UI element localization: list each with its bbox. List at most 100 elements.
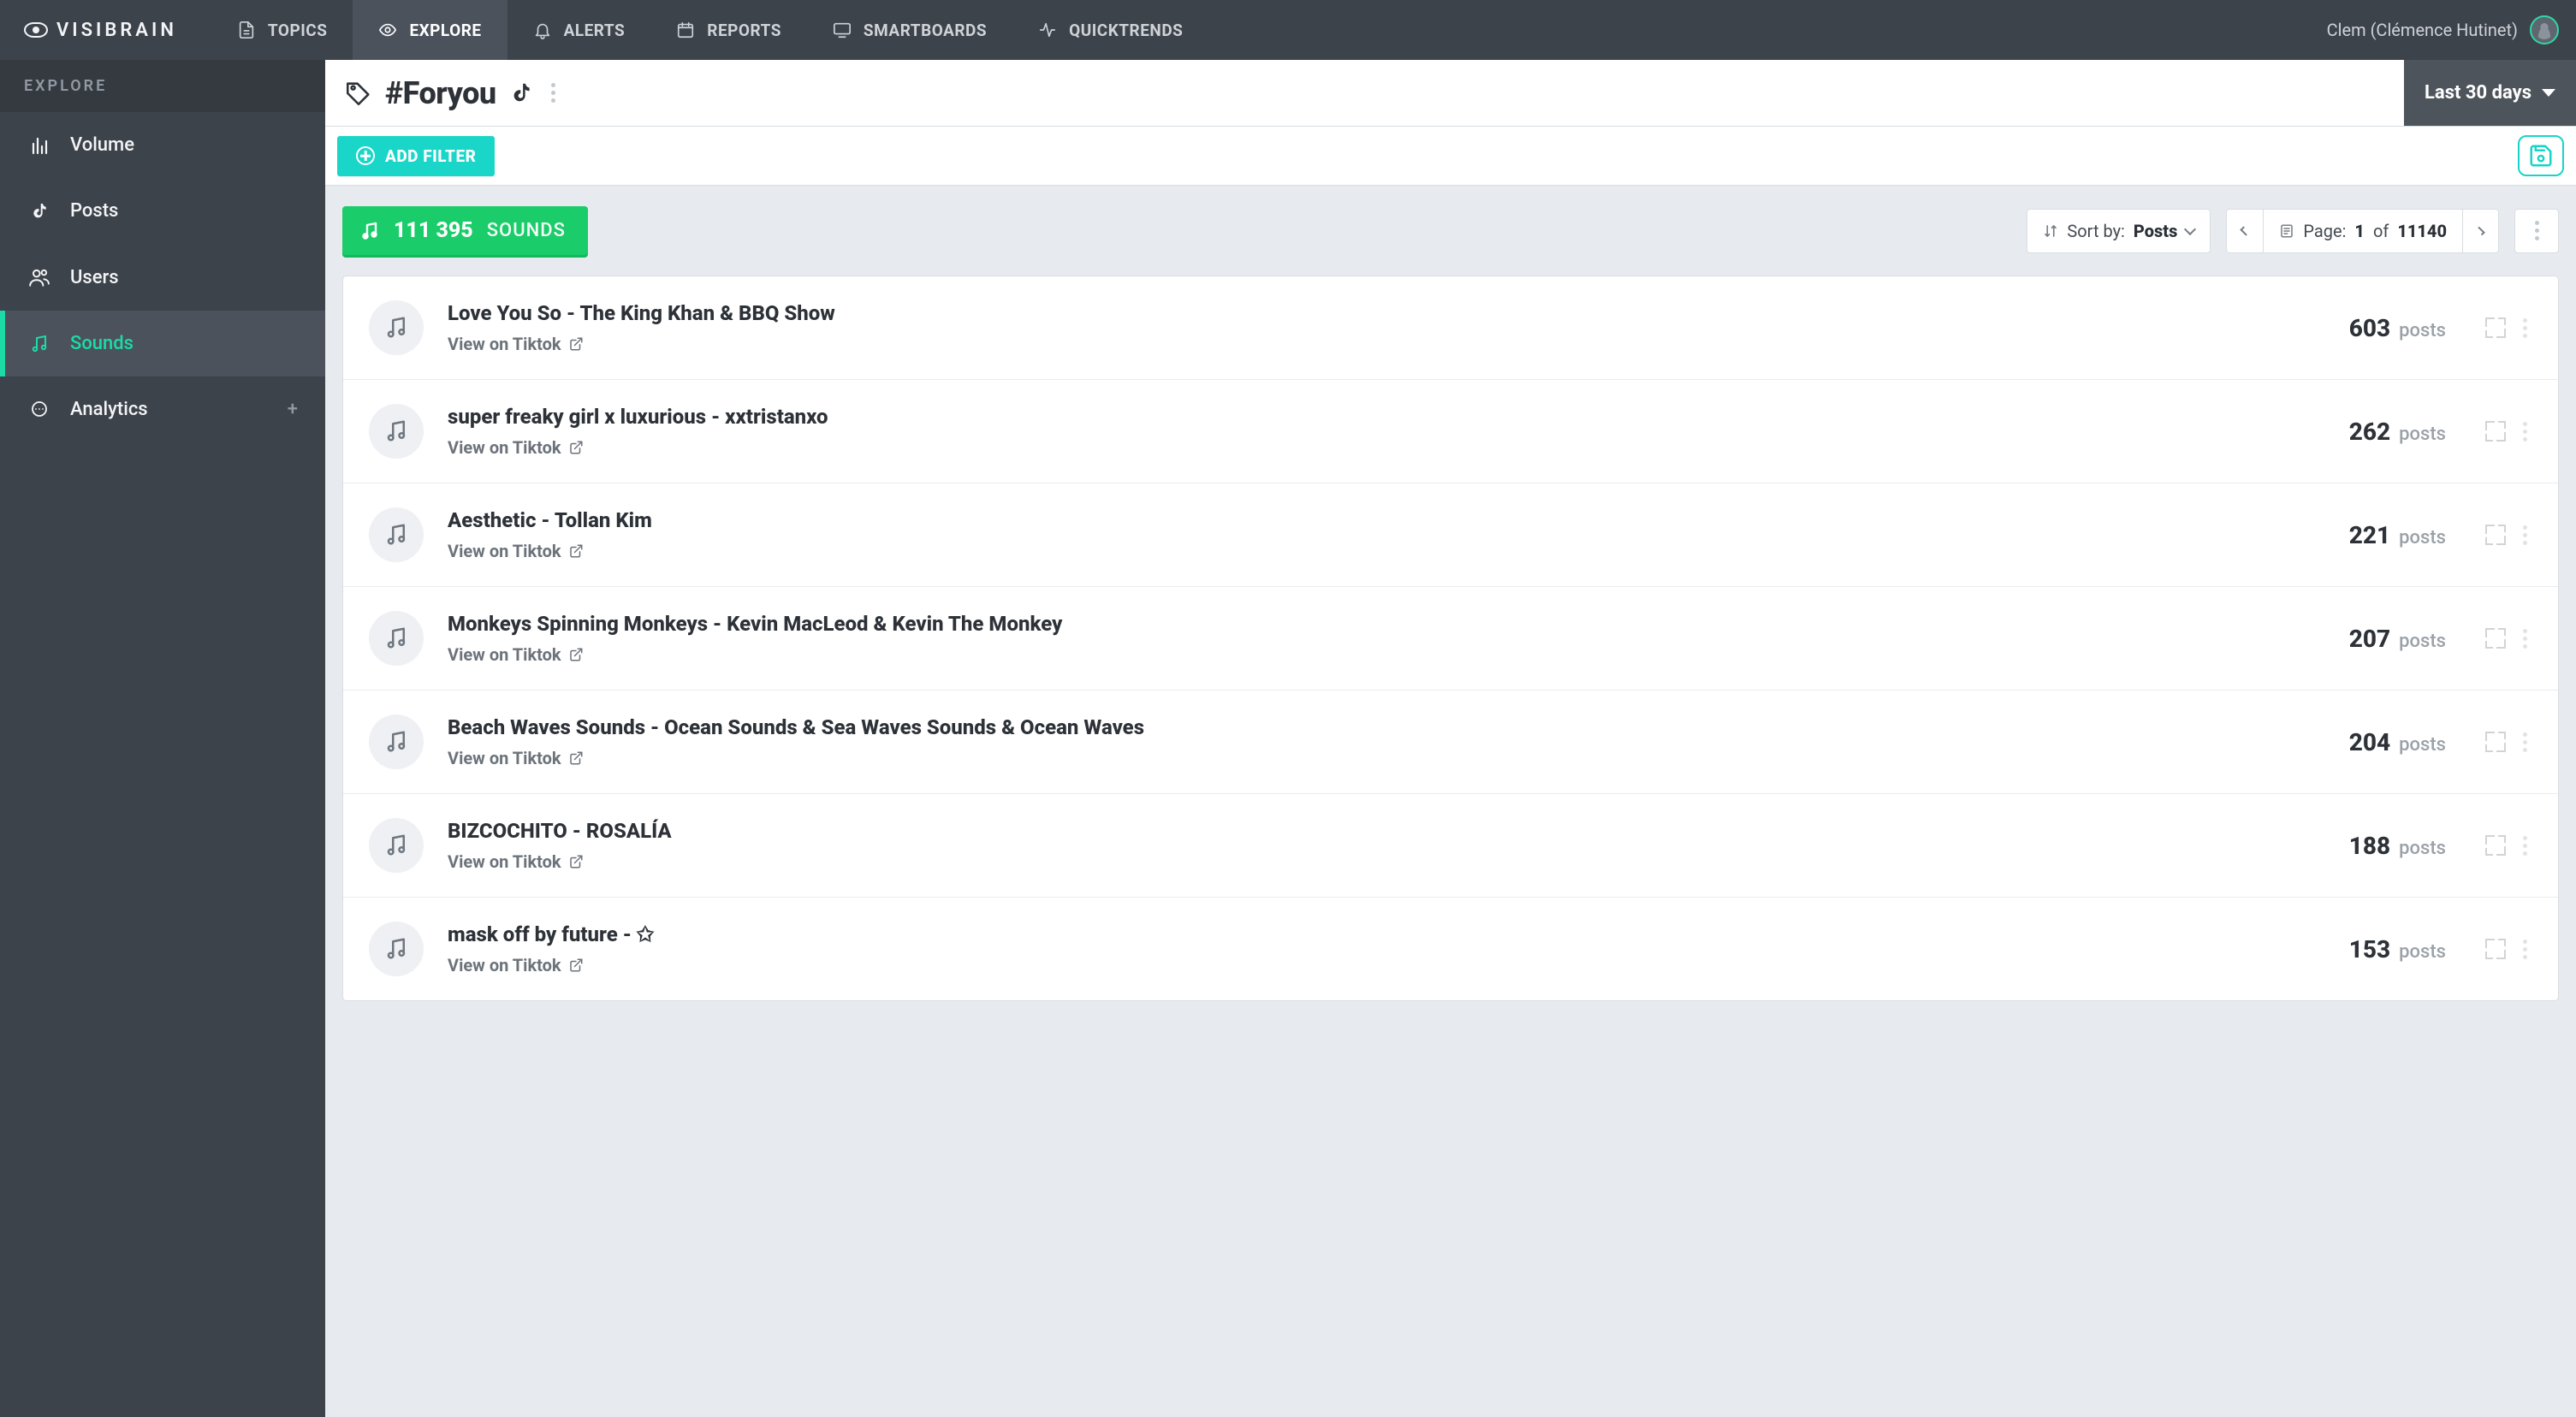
page-options-menu[interactable] — [546, 78, 561, 108]
sound-thumbnail — [369, 300, 424, 355]
sound-row-menu[interactable] — [2518, 417, 2532, 447]
expand-icon[interactable] — [2485, 421, 2506, 442]
sound-thumbnail — [369, 714, 424, 769]
sound-title: Beach Waves Sounds - Ocean Sounds & Sea … — [448, 715, 2325, 739]
sound-row-menu[interactable] — [2518, 934, 2532, 964]
view-on-tiktok-link[interactable]: View on Tiktok — [448, 334, 584, 354]
sidebar-item-posts[interactable]: Posts — [0, 178, 325, 244]
pager-next[interactable] — [2462, 210, 2498, 252]
tiktok-icon — [508, 80, 534, 106]
expand-icon[interactable] — [2485, 939, 2506, 959]
result-count: 111 395 — [394, 218, 473, 243]
view-on-tiktok-label: View on Tiktok — [448, 334, 561, 354]
date-range-picker[interactable]: Last 30 days — [2404, 60, 2576, 126]
sidebar-item-analytics[interactable]: Analytics + — [0, 376, 325, 442]
external-link-icon — [568, 647, 584, 662]
view-on-tiktok-link[interactable]: View on Tiktok — [448, 955, 584, 975]
bell-icon — [533, 21, 552, 39]
user-menu[interactable]: Clem (Clémence Hutinet) — [2327, 15, 2559, 44]
sound-row-menu[interactable] — [2518, 313, 2532, 343]
sound-stats: 603 posts — [2349, 314, 2446, 342]
view-on-tiktok-link[interactable]: View on Tiktok — [448, 644, 584, 665]
sound-row-menu[interactable] — [2518, 831, 2532, 861]
nav-item-explore[interactable]: EXPLORE — [353, 0, 507, 60]
view-on-tiktok-link[interactable]: View on Tiktok — [448, 541, 584, 561]
pager-prev[interactable] — [2227, 210, 2263, 252]
sound-post-count: 204 — [2349, 728, 2390, 756]
add-filter-button[interactable]: ADD FILTER — [337, 136, 495, 176]
sound-row: Beach Waves Sounds - Ocean Sounds & Sea … — [343, 690, 2558, 793]
sound-thumbnail — [369, 818, 424, 873]
sidebar-item-sounds[interactable]: Sounds — [0, 311, 325, 376]
expand-icon[interactable] — [2485, 628, 2506, 649]
sidebar-item-users[interactable]: Users — [0, 244, 325, 311]
chevron-left-icon — [2241, 226, 2250, 235]
sound-row: super freaky girl x luxurious - xxtrista… — [343, 379, 2558, 483]
sound-thumbnail — [369, 404, 424, 459]
sort-control[interactable]: Sort by: Posts — [2027, 209, 2211, 253]
page-icon — [2279, 223, 2294, 239]
user-name: Clem (Clémence Hutinet) — [2327, 20, 2518, 40]
sound-post-unit: posts — [2399, 320, 2446, 341]
sound-post-unit: posts — [2399, 941, 2446, 963]
sound-stats: 204 posts — [2349, 728, 2446, 756]
save-button[interactable] — [2518, 135, 2564, 176]
view-on-tiktok-label: View on Tiktok — [448, 541, 561, 561]
sidebar-label: Analytics — [70, 399, 148, 420]
brand-text: VISIBRAIN — [56, 20, 177, 41]
expand-icon[interactable] — [2485, 835, 2506, 856]
calendar-icon — [676, 21, 695, 39]
sound-post-count: 153 — [2349, 935, 2390, 963]
nav-item-reports[interactable]: REPORTS — [650, 0, 807, 60]
sound-row-menu[interactable] — [2518, 624, 2532, 654]
sound-row-menu[interactable] — [2518, 520, 2532, 550]
sort-prefix: Sort by: — [2067, 221, 2124, 241]
expand-icon[interactable] — [2485, 732, 2506, 752]
sidebar-item-volume[interactable]: Volume — [0, 112, 325, 178]
sidebar-label: Posts — [70, 200, 118, 222]
list-options-menu[interactable] — [2514, 209, 2559, 253]
sound-post-count: 262 — [2349, 418, 2390, 446]
add-icon[interactable]: + — [288, 399, 298, 420]
view-on-tiktok-link[interactable]: View on Tiktok — [448, 437, 584, 458]
list-controls: 111 395 SOUNDS Sort by: Posts — [325, 186, 2576, 276]
sound-row: Monkeys Spinning Monkeys - Kevin MacLeod… — [343, 586, 2558, 690]
eye-icon — [24, 22, 48, 38]
pager-display: Page: 1 of 11140 — [2263, 210, 2462, 252]
nav-label: ALERTS — [564, 21, 626, 40]
view-on-tiktok-link[interactable]: View on Tiktok — [448, 748, 584, 768]
expand-icon[interactable] — [2485, 525, 2506, 545]
nav-item-topics[interactable]: TOPICS — [211, 0, 353, 60]
sound-stats: 262 posts — [2349, 418, 2446, 446]
pager-current: 1 — [2354, 221, 2365, 241]
sound-list: Love You So - The King Khan & BBQ Show V… — [342, 276, 2559, 1001]
sound-post-unit: posts — [2399, 734, 2446, 756]
sound-post-count: 221 — [2349, 521, 2390, 549]
page-header: #Foryou Last 30 days — [325, 60, 2576, 127]
pager-of: of — [2373, 221, 2389, 241]
view-on-tiktok-link[interactable]: View on Tiktok — [448, 851, 584, 872]
external-link-icon — [568, 336, 584, 352]
sound-stats: 221 posts — [2349, 521, 2446, 549]
date-range-label: Last 30 days — [2425, 82, 2531, 104]
expand-icon[interactable] — [2485, 317, 2506, 338]
page-title: #Foryou — [385, 75, 496, 111]
add-filter-label: ADD FILTER — [385, 146, 476, 166]
nav-item-alerts[interactable]: ALERTS — [507, 0, 651, 60]
nav-item-smartboards[interactable]: SMARTBOARDS — [807, 0, 1012, 60]
nav-item-quicktrends[interactable]: QUICKTRENDS — [1012, 0, 1208, 60]
sound-row-menu[interactable] — [2518, 727, 2532, 757]
filter-bar: ADD FILTER — [325, 127, 2576, 186]
pager-control: Page: 1 of 11140 — [2226, 209, 2499, 253]
brand-logo[interactable]: VISIBRAIN — [24, 20, 177, 41]
music-icon — [359, 221, 380, 241]
sound-post-count: 603 — [2349, 314, 2390, 342]
pager-total: 11140 — [2397, 221, 2447, 241]
sound-post-unit: posts — [2399, 424, 2446, 445]
sound-stats: 207 posts — [2349, 625, 2446, 653]
nav-label: QUICKTRENDS — [1069, 21, 1183, 40]
sound-stats: 153 posts — [2349, 935, 2446, 963]
result-count-unit: SOUNDS — [487, 220, 566, 241]
sound-title: Aesthetic - Tollan Kim — [448, 508, 2325, 532]
file-icon — [237, 21, 256, 39]
